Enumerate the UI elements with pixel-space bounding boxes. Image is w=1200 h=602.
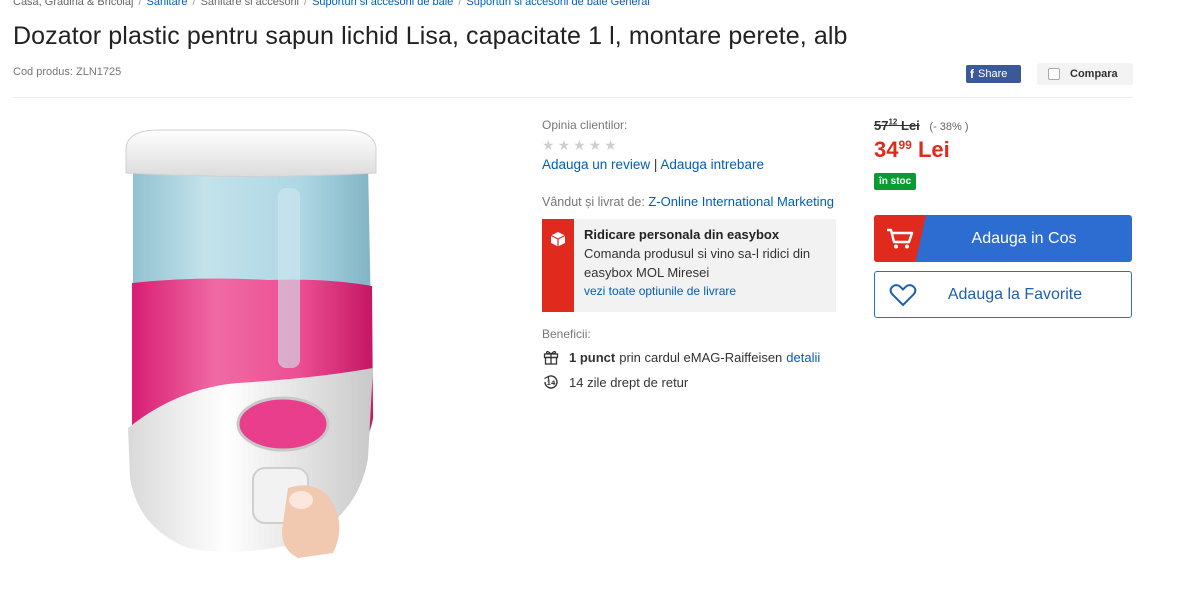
points-amount: 1 punct <box>569 349 616 365</box>
old-price-currency: Lei <box>901 118 920 134</box>
product-code-row: Cod produs: ZLN1725 <box>13 66 121 78</box>
breadcrumb-item-suporturi[interactable]: Suporturi si accesorii de baie <box>312 0 453 8</box>
current-price-int: 34 <box>874 137 899 163</box>
review-links-divider: | <box>653 157 658 172</box>
header-divider <box>13 97 1133 98</box>
easybox-panel: Ridicare personala din easybox Comanda p… <box>542 219 836 312</box>
compare-label: Compara <box>1070 68 1118 80</box>
add-question-link[interactable]: Adauga intrebare <box>660 157 764 172</box>
breadcrumb-separator: / <box>458 0 462 8</box>
old-price: 5712 Lei (- 38% ) <box>874 118 1132 133</box>
return-text: 14 zile drept de retur <box>569 374 689 390</box>
easybox-sidebar <box>542 219 574 312</box>
points-details-link[interactable]: detalii <box>786 350 820 365</box>
easybox-content: Ridicare personala din easybox Comanda p… <box>574 219 834 312</box>
compare-checkbox[interactable] <box>1048 68 1060 80</box>
gift-icon <box>542 348 560 366</box>
soap-dispenser-illustration <box>125 129 377 558</box>
breadcrumb-item-sanitare[interactable]: Sanitare <box>147 0 188 8</box>
breadcrumb-separator: / <box>138 0 142 8</box>
benefit-points: 1 punct prin cardul eMAG-Raiffeisen deta… <box>542 348 842 366</box>
pricing-column: 5712 Lei (- 38% ) 3499 Lei în stoc Adaug… <box>874 118 1132 318</box>
old-price-dec: 12 <box>888 118 898 127</box>
heart-icon <box>875 283 931 307</box>
rating-stars: ★ ★ ★ ★ ★ <box>542 138 842 152</box>
return-icon: 14 <box>542 373 560 391</box>
breadcrumb-item-suporturi-general[interactable]: Suporturi si accesorii de baie General <box>466 0 649 8</box>
benefit-return: 14 14 zile drept de retur <box>542 373 842 391</box>
seller-link[interactable]: Z-Online International Marketing <box>648 194 834 209</box>
package-icon <box>550 232 566 247</box>
return-icon-text: 14 <box>546 379 556 387</box>
facebook-icon: f <box>970 67 974 81</box>
current-price-dec: 99 <box>898 138 912 153</box>
delivery-options-link[interactable]: vezi toate optiunile de livrare <box>584 284 834 298</box>
cart-icon-area <box>874 215 926 262</box>
breadcrumb-separator: / <box>192 0 196 8</box>
add-to-cart-button[interactable]: Adauga in Cos <box>874 215 1132 262</box>
easybox-title: Ridicare personala din easybox <box>584 227 780 242</box>
page-title: Dozator plastic pentru sapun lichid Lisa… <box>13 22 848 50</box>
add-to-cart-label: Adauga in Cos <box>971 229 1077 247</box>
star-icon: ★ <box>542 137 555 153</box>
stock-badge: în stoc <box>874 173 917 191</box>
review-links: Adauga un review | Adauga intrebare <box>542 157 842 172</box>
facebook-share-button[interactable]: f Share <box>966 65 1021 83</box>
star-icon: ★ <box>588 137 602 153</box>
old-price-int: 57 <box>874 118 889 134</box>
seller-label: Vândut și livrat de: <box>542 195 645 209</box>
breadcrumb-separator: / <box>304 0 308 8</box>
compare-button[interactable]: Compara <box>1037 63 1133 85</box>
star-icon: ★ <box>573 137 586 153</box>
current-price-currency: Lei <box>917 137 950 163</box>
easybox-description: Comanda produsul si vino sa-l ridici din… <box>584 246 811 280</box>
star-icon: ★ <box>557 137 571 153</box>
product-code-value: ZLN1725 <box>76 66 122 78</box>
product-code-label: Cod produs: <box>13 66 73 78</box>
current-price: 3499 Lei <box>874 137 1132 163</box>
discount-badge: (- 38% ) <box>929 121 969 134</box>
share-label: Share <box>978 68 1008 80</box>
add-to-favorites-button[interactable]: Adauga la Favorite <box>874 271 1132 318</box>
breadcrumb-item-sanitare-accesorii[interactable]: Sanitare si accesorii <box>201 0 299 8</box>
points-text: prin cardul eMAG-Raiffeisen <box>619 349 783 365</box>
breadcrumb-item-casa[interactable]: Casa, Gradina & Bricolaj <box>13 0 133 8</box>
product-details-column: Opinia clientilor: ★ ★ ★ ★ ★ Adauga un r… <box>542 118 842 391</box>
benefits-label: Beneficii: <box>542 327 591 341</box>
product-image[interactable] <box>118 128 433 558</box>
reviews-label: Opinia clientilor: <box>542 118 628 132</box>
star-icon: ★ <box>604 137 617 153</box>
add-review-link[interactable]: Adauga un review <box>542 157 650 172</box>
old-price-value: 5712 Lei <box>874 118 920 133</box>
breadcrumb: Casa, Gradina & Bricolaj / Sanitare / Sanita… <box>13 0 650 8</box>
seller-row: Vândut și livrat de: Z-Online Internatio… <box>542 194 842 209</box>
cart-icon <box>887 228 914 248</box>
add-to-favorites-label: Adauga la Favorite <box>947 285 1083 303</box>
